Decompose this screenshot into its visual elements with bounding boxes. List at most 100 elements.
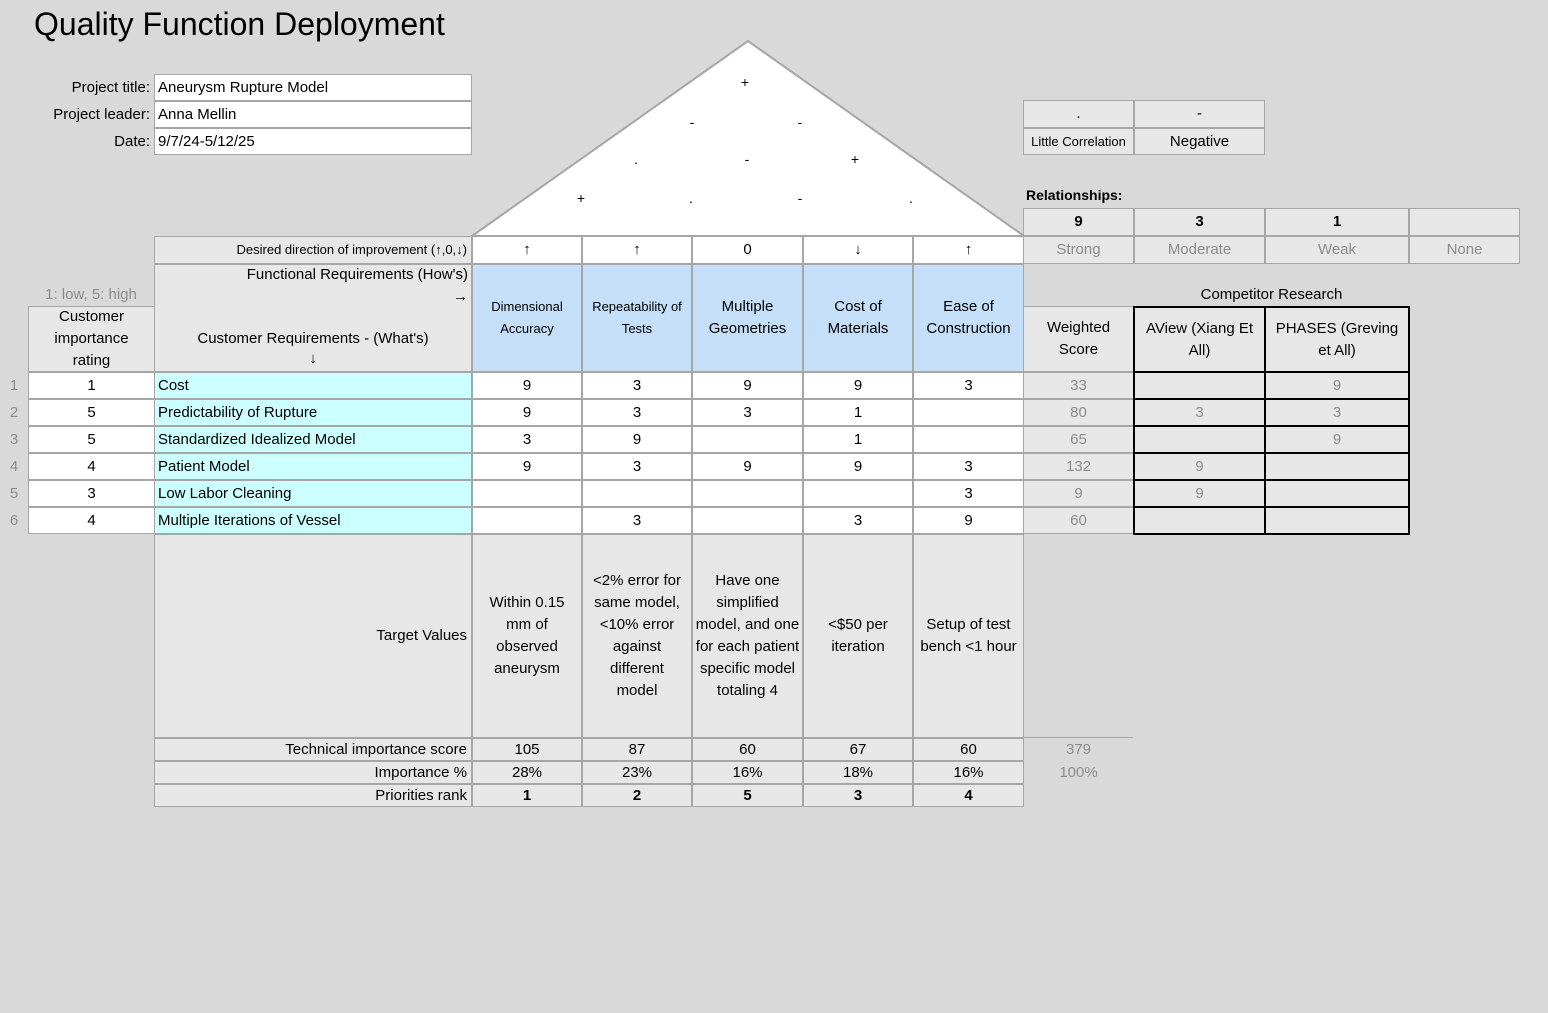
importance-rating-cell[interactable]: 1 [28, 372, 155, 399]
competitor-rating-cell[interactable]: 3 [1264, 398, 1410, 427]
relationship-cell[interactable]: 3 [913, 372, 1024, 399]
importance-rating-cell[interactable]: 4 [28, 453, 155, 480]
direction-cell[interactable]: ↓ [803, 236, 913, 264]
importance-rating-cell[interactable]: 5 [28, 399, 155, 426]
customer-requirement-cell[interactable]: Standardized Idealized Model [154, 426, 472, 453]
relationship-cell[interactable] [913, 426, 1024, 453]
rel-moderate-label: Moderate [1134, 236, 1265, 264]
priority-rank: 1 [472, 784, 582, 807]
competitor-rating-cell[interactable] [1133, 425, 1266, 454]
right-arrow-icon: → [453, 288, 468, 305]
relationship-cell[interactable]: 1 [803, 426, 913, 453]
relationship-cell[interactable]: 1 [803, 399, 913, 426]
relationship-cell[interactable]: 9 [803, 453, 913, 480]
competitor-research-label: Competitor Research [1200, 286, 1343, 303]
customer-requirement-cell[interactable]: Cost [154, 372, 472, 399]
relationship-cell[interactable]: 9 [472, 372, 582, 399]
direction-cell[interactable]: 0 [692, 236, 803, 264]
relationship-cell[interactable]: 9 [692, 453, 803, 480]
divider [1023, 737, 1133, 738]
roof-mark: . [689, 190, 693, 206]
legend-little-label: Little Correlation [1023, 128, 1134, 155]
relationship-cell[interactable]: 9 [803, 372, 913, 399]
importance-rating-cell[interactable]: 5 [28, 426, 155, 453]
relationship-cell[interactable] [692, 507, 803, 534]
row-number: 5 [9, 484, 19, 502]
relationship-cell[interactable]: 3 [803, 507, 913, 534]
customer-requirement-cell[interactable]: Patient Model [154, 453, 472, 480]
competitor-rating-cell[interactable]: 9 [1133, 479, 1266, 508]
competitor-rating-cell[interactable] [1264, 452, 1410, 481]
competitor-header: PHASES (Greving et All) [1264, 306, 1410, 373]
competitor-rating-cell[interactable] [1264, 479, 1410, 508]
relationship-cell[interactable]: 3 [582, 372, 692, 399]
importance-pct-label: Importance % [154, 761, 472, 784]
technical-score-total: 379 [1065, 740, 1092, 758]
weighted-score-cell: 132 [1023, 453, 1134, 480]
customer-requirement-cell[interactable]: Low Labor Cleaning [154, 480, 472, 507]
competitor-rating-cell[interactable] [1264, 506, 1410, 535]
row-number: 3 [9, 430, 19, 448]
target-value[interactable]: <2% error for same model, <10% error aga… [582, 534, 692, 738]
competitor-rating-cell[interactable]: 9 [1264, 371, 1410, 400]
competitor-rating-cell[interactable] [1133, 371, 1266, 400]
roof-mark: . [909, 190, 913, 206]
legend-negative-symbol: - [1134, 100, 1265, 128]
weighted-score-cell: 60 [1023, 507, 1134, 534]
importance-scale-label: 1: low, 5: high [45, 286, 137, 303]
competitor-rating-cell[interactable]: 9 [1133, 452, 1266, 481]
relationship-cell[interactable]: 3 [582, 399, 692, 426]
relationship-cell[interactable] [913, 399, 1024, 426]
target-values-label: Target Values [154, 534, 472, 738]
relationship-cell[interactable] [582, 480, 692, 507]
direction-cell[interactable]: ↑ [913, 236, 1024, 264]
importance-pct: 28% [472, 761, 582, 784]
competitor-rating-cell[interactable]: 3 [1133, 398, 1266, 427]
project-leader-field[interactable]: Anna Mellin [154, 101, 472, 128]
relationship-cell[interactable]: 9 [913, 507, 1024, 534]
importance-pct: 16% [913, 761, 1024, 784]
technical-score: 67 [803, 738, 913, 761]
relationship-cell[interactable]: 3 [582, 453, 692, 480]
project-title-field[interactable]: Aneurysm Rupture Model [154, 74, 472, 101]
technical-score: 105 [472, 738, 582, 761]
relationship-cell[interactable]: 9 [692, 372, 803, 399]
importance-rating-cell[interactable]: 3 [28, 480, 155, 507]
customer-requirements-label: Customer Requirements - (What's) [197, 330, 429, 347]
target-value[interactable]: Have one simplified model, and one for e… [692, 534, 803, 738]
competitor-rating-cell[interactable]: 9 [1264, 425, 1410, 454]
customer-requirement-cell[interactable]: Multiple Iterations of Vessel [154, 507, 472, 534]
competitor-rating-cell[interactable] [1133, 506, 1266, 535]
direction-cell[interactable]: ↑ [472, 236, 582, 264]
relationship-cell[interactable]: 3 [692, 399, 803, 426]
target-value[interactable]: <$50 per iteration [803, 534, 913, 738]
priorities-rank-label: Priorities rank [154, 784, 472, 807]
relationship-cell[interactable] [692, 480, 803, 507]
target-value[interactable]: Setup of test bench <1 hour [913, 534, 1024, 738]
relationship-cell[interactable]: 9 [582, 426, 692, 453]
relationship-cell[interactable]: 9 [472, 453, 582, 480]
rel-weak-label: Weak [1265, 236, 1409, 264]
relationship-cell[interactable]: 9 [472, 399, 582, 426]
legend-negative-label: Negative [1134, 128, 1265, 155]
relationships-label: Relationships: [1026, 187, 1123, 203]
technical-score: 87 [582, 738, 692, 761]
legend-little-symbol: . [1023, 100, 1134, 128]
relationship-cell[interactable] [472, 480, 582, 507]
functional-requirement-header: Dimensional Accuracy [472, 264, 582, 372]
importance-rating-cell[interactable]: 4 [28, 507, 155, 534]
rel-strong-value: 9 [1023, 208, 1134, 236]
relationship-cell[interactable]: 3 [472, 426, 582, 453]
relationship-cell[interactable]: 3 [913, 453, 1024, 480]
relationship-cell[interactable]: 3 [582, 507, 692, 534]
target-value[interactable]: Within 0.15 mm of observed aneurysm [472, 534, 582, 738]
relationship-cell[interactable] [803, 480, 913, 507]
rel-moderate-value: 3 [1134, 208, 1265, 236]
customer-requirement-cell[interactable]: Predictability of Rupture [154, 399, 472, 426]
relationship-cell[interactable] [472, 507, 582, 534]
relationship-cell[interactable] [692, 426, 803, 453]
competitor-header: AView (Xiang Et All) [1133, 306, 1266, 373]
direction-cell[interactable]: ↑ [582, 236, 692, 264]
relationship-cell[interactable]: 3 [913, 480, 1024, 507]
date-field[interactable]: 9/7/24-5/12/25 [154, 128, 472, 155]
